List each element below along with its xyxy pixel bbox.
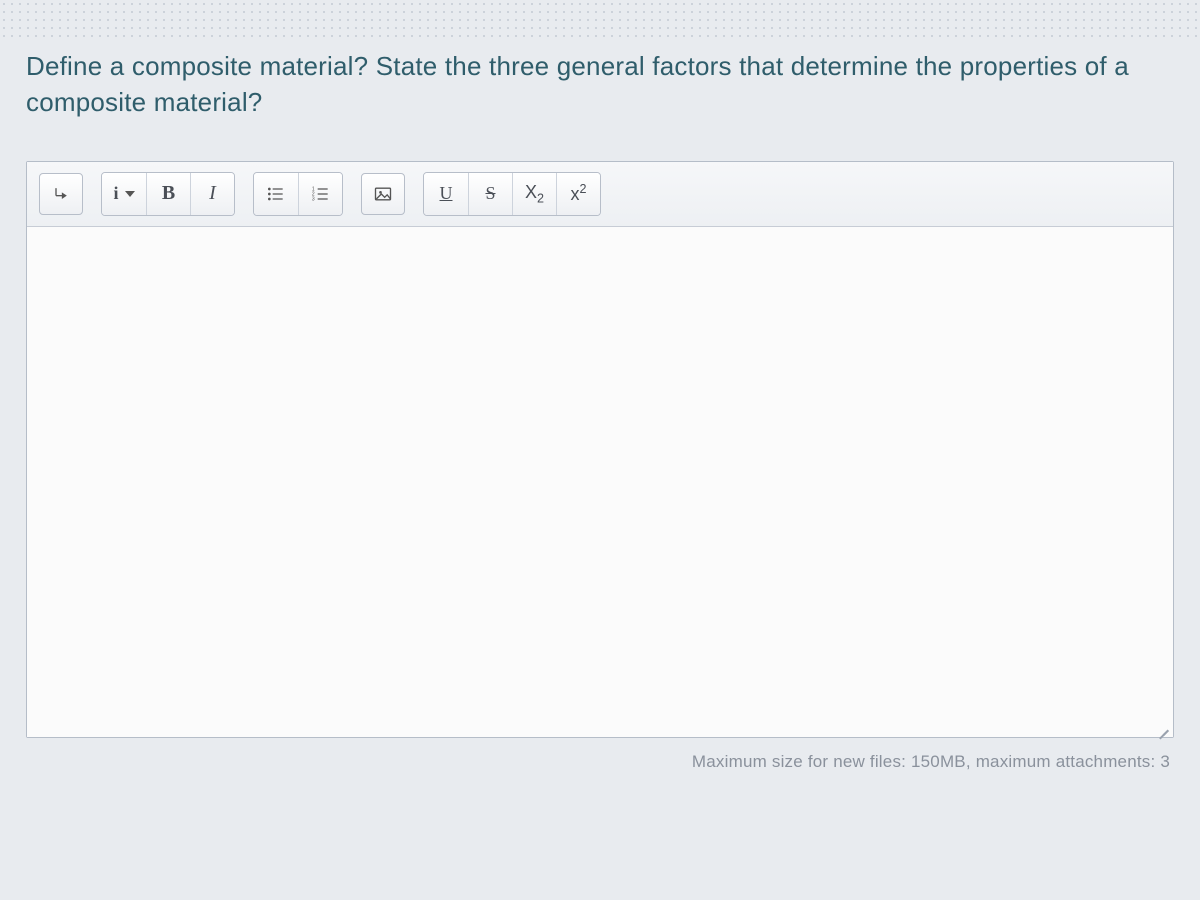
list-group: 1 2 3 xyxy=(253,172,343,216)
chevron-down-icon xyxy=(125,191,135,197)
svg-text:3: 3 xyxy=(311,196,314,202)
ordered-list-button[interactable]: 1 2 3 xyxy=(298,173,342,215)
text-decoration-group: U S X2 x2 xyxy=(423,172,601,216)
editor-toolbar: i B I xyxy=(27,162,1173,227)
bold-icon: B xyxy=(162,182,175,205)
ordered-list-icon: 1 2 3 xyxy=(311,184,331,204)
insert-image-button[interactable] xyxy=(361,173,405,215)
resize-handle-icon[interactable] xyxy=(1151,715,1169,733)
superscript-button[interactable]: x2 xyxy=(556,173,600,215)
unordered-list-button[interactable] xyxy=(254,173,298,215)
underline-button[interactable]: U xyxy=(424,173,468,215)
strikethrough-icon: S xyxy=(485,183,495,204)
bold-button[interactable]: B xyxy=(146,173,190,215)
paragraph-direction-button[interactable] xyxy=(39,173,83,215)
superscript-icon: x2 xyxy=(570,182,586,205)
attachment-limit-note: Maximum size for new files: 150MB, maxim… xyxy=(22,752,1170,772)
question-text: Define a composite material? State the t… xyxy=(26,48,1174,121)
subscript-button[interactable]: X2 xyxy=(512,173,556,215)
rich-text-editor: i B I xyxy=(26,161,1174,738)
decorative-dotted-strip xyxy=(0,0,1200,40)
editor-content-area[interactable] xyxy=(27,227,1173,737)
info-icon: i xyxy=(113,183,118,204)
subscript-icon: X2 xyxy=(525,182,544,206)
info-dropdown-button[interactable]: i xyxy=(102,173,146,215)
paragraph-direction-icon xyxy=(51,184,71,204)
info-bold-italic-group: i B I xyxy=(101,172,235,216)
strikethrough-button[interactable]: S xyxy=(468,173,512,215)
unordered-list-icon xyxy=(266,184,286,204)
underline-icon: U xyxy=(440,183,453,204)
italic-icon: I xyxy=(209,182,216,205)
italic-button[interactable]: I xyxy=(190,173,234,215)
image-icon xyxy=(373,184,393,204)
